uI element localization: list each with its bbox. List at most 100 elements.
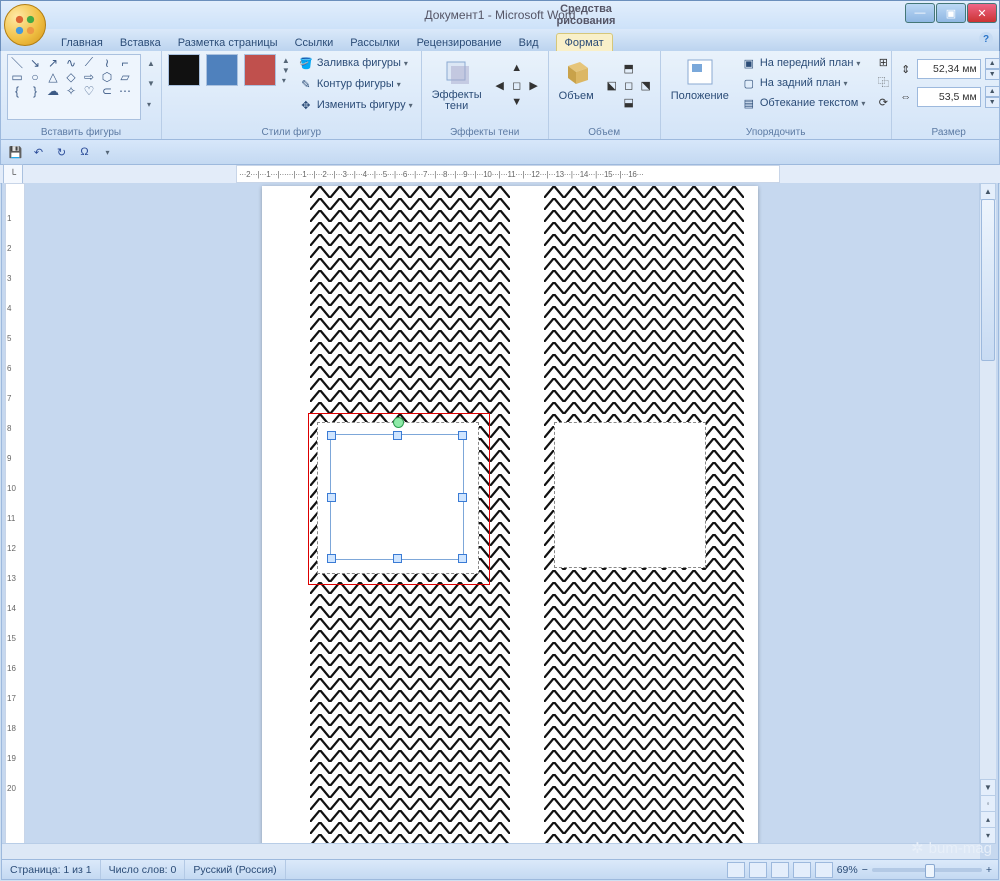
handle-w[interactable] <box>327 493 336 502</box>
horizontal-scrollbar[interactable] <box>2 843 980 860</box>
shape-diamond-icon[interactable]: ◇ <box>64 71 78 82</box>
qat-customize-icon[interactable]: ▾ <box>99 144 116 161</box>
shape-heart-icon[interactable]: ♡ <box>82 85 96 96</box>
office-button[interactable] <box>4 4 46 46</box>
three-d-button[interactable]: Объем <box>555 54 598 104</box>
tab-view[interactable]: Вид <box>511 34 547 51</box>
nudge-up-icon[interactable]: ▲ <box>509 60 525 76</box>
styles-scroll-down-icon[interactable]: ▼ <box>282 66 290 75</box>
styles-scroll-up-icon[interactable]: ▲ <box>282 56 290 65</box>
tilt-left-icon[interactable]: ⬕ <box>604 77 620 93</box>
tab-references[interactable]: Ссылки <box>287 34 342 51</box>
shape-textbox-icon[interactable]: ▱ <box>118 71 132 82</box>
tab-mailings[interactable]: Рассылки <box>342 34 407 51</box>
tab-review[interactable]: Рецензирование <box>409 34 510 51</box>
document-page[interactable] <box>262 186 758 848</box>
zoom-thumb[interactable] <box>925 864 935 878</box>
rotate-handle-icon[interactable] <box>393 417 404 428</box>
shape-hex-icon[interactable]: ⬡ <box>100 71 114 82</box>
width-input[interactable]: 53,5 мм <box>917 87 981 107</box>
help-icon[interactable]: ? <box>979 32 993 46</box>
shape-outline-button[interactable]: ✎ Контур фигуры▾ <box>296 75 415 93</box>
nudge-center-icon[interactable]: ◻ <box>509 77 525 93</box>
view-draft-icon[interactable] <box>815 862 833 878</box>
height-up-icon[interactable]: ▲ <box>985 58 1000 69</box>
group-objects-icon[interactable]: ⿻ <box>875 74 891 90</box>
style-blue-swatch[interactable] <box>206 54 238 86</box>
bring-front-button[interactable]: ▣ На передний план▾ <box>739 54 868 72</box>
shape-curve-icon[interactable]: ∿ <box>64 57 78 68</box>
style-black-swatch[interactable] <box>168 54 200 86</box>
redo-icon[interactable]: ↻ <box>53 144 70 161</box>
tilt-down-icon[interactable]: ⬓ <box>621 94 637 110</box>
zoom-slider[interactable] <box>872 868 982 872</box>
browse-object-icon[interactable]: ◦ <box>980 795 996 812</box>
tilt-up-icon[interactable]: ⬒ <box>621 60 637 76</box>
shape-freeform-icon[interactable]: ⟋ <box>82 57 96 68</box>
close-button[interactable]: ✕ <box>967 3 997 23</box>
selected-shape[interactable] <box>330 434 464 560</box>
tab-insert[interactable]: Вставка <box>112 34 169 51</box>
tab-pagelayout[interactable]: Разметка страницы <box>170 34 286 51</box>
shape-triangle-icon[interactable]: △ <box>46 71 60 82</box>
shape-arrow-icon[interactable]: ↘ <box>28 57 42 68</box>
handle-n[interactable] <box>393 431 402 440</box>
tab-format[interactable]: Формат <box>556 33 613 51</box>
styles-more-icon[interactable]: ▾ <box>282 76 290 85</box>
view-print-layout-icon[interactable] <box>727 862 745 878</box>
shape-fill-button[interactable]: 🪣 Заливка фигуры▾ <box>296 54 415 72</box>
shape-rect-icon[interactable]: ▭ <box>10 71 24 82</box>
shape-brace-icon[interactable]: { <box>10 85 24 96</box>
omega-icon[interactable]: Ω <box>76 144 93 161</box>
width-down-icon[interactable]: ▼ <box>985 97 1000 108</box>
rotate-icon[interactable]: ⟳ <box>875 94 891 110</box>
horizontal-ruler[interactable]: ···2···|···1···|······|···1···|···2···|·… <box>236 165 780 183</box>
text-wrap-button[interactable]: ▤ Обтекание текстом▾ <box>739 94 868 112</box>
shapes-gallery[interactable]: ＼ ↘ ↗ ∿ ⟋ ≀ ⌐ ▭ ○ △ ◇ ⇨ ⬡ ▱ { } ☁ ✧ ♡ ⊂ <box>7 54 141 120</box>
save-icon[interactable]: 💾 <box>7 144 24 161</box>
shadow-effects-button[interactable]: Эффекты тени <box>428 54 486 114</box>
tilt-center-icon[interactable]: ◻ <box>621 77 637 93</box>
handle-s[interactable] <box>393 554 402 563</box>
shape-connector-icon[interactable]: ⌐ <box>118 57 132 68</box>
prev-page-icon[interactable]: ▴ <box>980 811 996 828</box>
zoom-in-icon[interactable]: + <box>986 864 992 876</box>
nudge-left-icon[interactable]: ◀ <box>492 77 508 93</box>
handle-e[interactable] <box>458 493 467 502</box>
width-up-icon[interactable]: ▲ <box>985 86 1000 97</box>
zoom-value[interactable]: 69% <box>837 864 858 876</box>
scroll-down-icon[interactable]: ▼ <box>980 779 996 796</box>
shapes-scroll-up-icon[interactable]: ▲ <box>147 59 155 68</box>
minimize-button[interactable]: — <box>905 3 935 23</box>
shape-line-icon[interactable]: ＼ <box>10 57 24 68</box>
status-page[interactable]: Страница: 1 из 1 <box>2 860 101 879</box>
tab-home[interactable]: Главная <box>53 34 111 51</box>
shapes-more-icon[interactable]: ▾ <box>147 100 155 109</box>
tab-selector-button[interactable]: └ <box>3 164 23 184</box>
tilt-right-icon[interactable]: ⬔ <box>638 77 654 93</box>
view-fullscreen-icon[interactable] <box>749 862 767 878</box>
style-red-swatch[interactable] <box>244 54 276 86</box>
handle-sw[interactable] <box>327 554 336 563</box>
zoom-out-icon[interactable]: − <box>862 864 868 876</box>
shape-brace2-icon[interactable]: } <box>28 85 42 96</box>
scroll-up-icon[interactable]: ▲ <box>980 183 996 200</box>
shape-callout-icon[interactable]: ⊂ <box>100 85 114 96</box>
handle-nw[interactable] <box>327 431 336 440</box>
maximize-button[interactable]: ▣ <box>936 3 966 23</box>
nudge-down-icon[interactable]: ▼ <box>509 94 525 110</box>
vertical-scroll-thumb[interactable] <box>981 199 995 361</box>
align-icon[interactable]: ⊞ <box>875 54 891 70</box>
view-web-icon[interactable] <box>771 862 789 878</box>
shape-scribble-icon[interactable]: ≀ <box>100 57 114 68</box>
shape-oval-icon[interactable]: ○ <box>28 71 42 82</box>
vertical-scrollbar[interactable]: ▲ ▼ ◦ ▴ ▾ <box>979 183 996 844</box>
handle-ne[interactable] <box>458 431 467 440</box>
view-outline-icon[interactable] <box>793 862 811 878</box>
position-button[interactable]: Положение <box>667 54 733 104</box>
shapes-scroll-down-icon[interactable]: ▼ <box>147 79 155 88</box>
handle-se[interactable] <box>458 554 467 563</box>
shape-r-arrow-icon[interactable]: ⇨ <box>82 71 96 82</box>
vertical-ruler[interactable]: 123 456 789 101112 131415 161718 1920 <box>5 183 25 860</box>
shape-styles-gallery[interactable]: ▲ ▼ ▾ <box>168 54 290 86</box>
